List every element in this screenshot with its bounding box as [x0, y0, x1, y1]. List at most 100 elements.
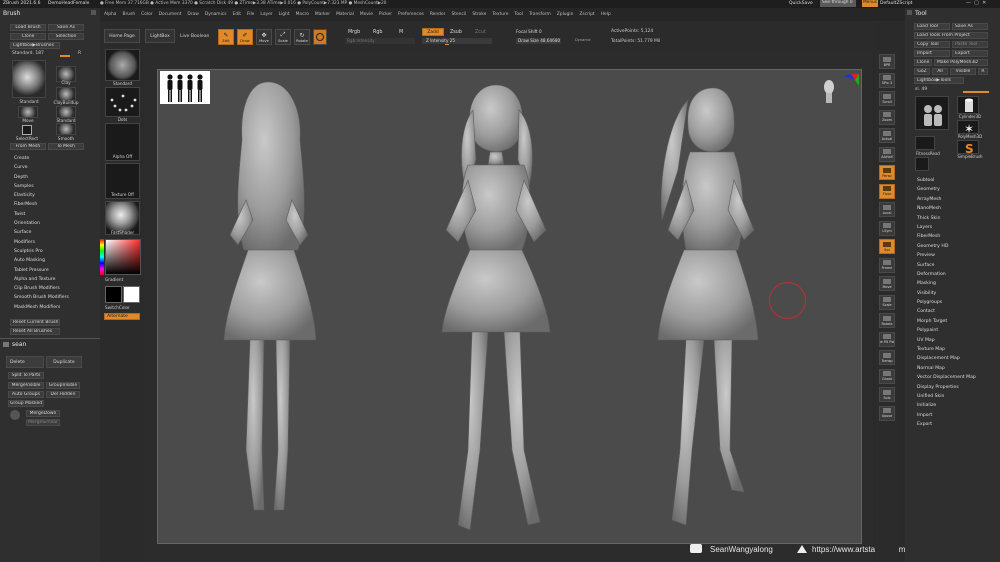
menu-file[interactable]: File	[247, 12, 254, 17]
tool-subpalette-fibermesh[interactable]: FiberMesh	[917, 234, 997, 243]
selection-button[interactable]: Selection	[48, 33, 84, 40]
brush-subpalette-fibermesh[interactable]: FiberMesh	[14, 202, 94, 211]
menu-zscript[interactable]: Zscript	[579, 12, 594, 17]
brush-subpalette-alpha-and-texture[interactable]: Alpha and Texture	[14, 277, 94, 286]
tool-subpalette-visibility[interactable]: Visibility	[917, 291, 997, 300]
menu-help[interactable]: Help	[601, 12, 611, 17]
brush-subpalette-surface[interactable]: Surface	[14, 230, 94, 239]
right-shelf-actual-button[interactable]: Actual	[879, 128, 895, 143]
draw-size-slider[interactable]: Draw Size 48.64680	[516, 38, 561, 44]
split-to-parts-button[interactable]: Split To Parts	[8, 372, 44, 379]
clone-brush-button[interactable]: Clone	[10, 33, 46, 40]
focal-shift-slider[interactable]: Focal Shift 0	[516, 29, 586, 35]
group-masked-button[interactable]: Group Masked	[8, 400, 44, 407]
gizmo-icon[interactable]	[313, 29, 327, 45]
move-button[interactable]: ✥ Move	[256, 29, 272, 45]
right-shelf-transp-button[interactable]: Transp	[879, 350, 895, 365]
right-shelf-xyz-button[interactable]: Xyz	[879, 239, 895, 254]
from-mesh-button[interactable]: From Mesh	[10, 143, 46, 150]
menu-zplugin[interactable]: Zplugin	[557, 12, 574, 17]
menu-stroke[interactable]: Stroke	[472, 12, 486, 17]
brush-subpalette-samples[interactable]: Samples	[14, 184, 94, 193]
right-shelf-rotate-button[interactable]: Rotate	[879, 313, 895, 328]
brush-subpalette-orientation[interactable]: Orientation	[14, 221, 94, 230]
reset-current-brush-button[interactable]: Reset Current Brush	[10, 319, 60, 326]
merge-down-button[interactable]: MergeDown	[26, 410, 60, 417]
menu-texture[interactable]: Texture	[492, 12, 508, 17]
tool-subpalette-subtool[interactable]: Subtool	[917, 178, 997, 187]
standard-brush-small-thumb[interactable]	[56, 106, 76, 118]
zsub-button[interactable]: Zsub	[450, 30, 462, 35]
tool-subpalette-import[interactable]: Import	[917, 413, 997, 422]
tool-subpalette-geometry[interactable]: Geometry	[917, 187, 997, 196]
right-shelf-local-button[interactable]: Local	[879, 202, 895, 217]
menu-edit[interactable]: Edit	[233, 12, 242, 17]
right-shelf-lsym-button[interactable]: LSym	[879, 220, 895, 236]
brush-r-toggle[interactable]: R	[78, 51, 81, 56]
tool-subpalette-displacement-map[interactable]: Displacement Map	[917, 356, 997, 365]
palette-pin-icon[interactable]	[907, 10, 912, 15]
lightbox-brushes-button[interactable]: Lightbox▶Brushes	[10, 42, 60, 49]
see-through-slider[interactable]: See-through 0	[820, 0, 856, 7]
duplicate-button[interactable]: Duplicate	[46, 356, 82, 368]
tool-subpalette-unified-skin[interactable]: Unified Skin	[917, 394, 997, 403]
right-shelf-bpr-button[interactable]: BPR	[879, 54, 895, 69]
load-tools-from-project-button[interactable]: Load Tools From Project	[914, 32, 988, 39]
auto-groups-button[interactable]: Auto Groups	[8, 391, 44, 398]
color-picker[interactable]	[105, 239, 141, 275]
zadd-button[interactable]: Zadd	[422, 28, 444, 36]
brush-subpalette-smooth-brush-modifiers[interactable]: Smooth Brush Modifiers	[14, 295, 94, 304]
standard-brush-thumb[interactable]	[12, 60, 46, 98]
to-mesh-button[interactable]: To Mesh	[48, 143, 84, 150]
menu-tool[interactable]: Tool	[514, 12, 523, 17]
navigation-head-gizmo[interactable]	[822, 77, 836, 105]
brush-subpalette-twist[interactable]: Twist	[14, 212, 94, 221]
brush-subpalette-maskmesh-modifiers[interactable]: MaskMesh Modifiers	[14, 305, 94, 314]
menu-light[interactable]: Light	[279, 12, 290, 17]
import-button[interactable]: Import	[914, 50, 950, 57]
menu-stencil[interactable]: Stencil	[451, 12, 466, 17]
tool-subpalette-deformation[interactable]: Deformation	[917, 272, 997, 281]
reset-all-brushes-button[interactable]: Reset All Brushes	[10, 328, 60, 335]
main-color-swatch[interactable]	[105, 286, 122, 303]
load-tool-button[interactable]: Load Tool	[914, 23, 950, 30]
del-hidden-button[interactable]: Del Hidden	[46, 391, 80, 398]
right-shelf-solo-button[interactable]: Solo	[879, 387, 895, 402]
goz-r-button[interactable]: R	[978, 68, 988, 75]
home-page-button[interactable]: Home Page	[104, 29, 140, 43]
tool-subpalette-surface[interactable]: Surface	[917, 263, 997, 272]
mrgb-button[interactable]: Mrgb	[348, 30, 360, 35]
menu-brush[interactable]: Brush	[122, 12, 135, 17]
edit-button[interactable]: ✎ Edit	[218, 29, 234, 45]
lightbox-button[interactable]: LightBox	[145, 29, 175, 43]
tool-subpalette-normal-map[interactable]: Normal Map	[917, 366, 997, 375]
rgb-button[interactable]: Rgb	[373, 30, 382, 35]
menu-dynamics[interactable]: Dynamics	[205, 12, 227, 17]
tool-subpalette-export[interactable]: Export	[917, 422, 997, 431]
right-shelf-persp-button[interactable]: Persp	[879, 165, 895, 180]
selectrect-brush-thumb[interactable]	[22, 125, 32, 135]
switch-color-button[interactable]: SwitchColor	[105, 305, 140, 310]
tool-subpalette-layers[interactable]: Layers	[917, 225, 997, 234]
z-intensity-slider[interactable]: Z Intensity 25	[422, 38, 492, 44]
tool-subpalette-preview[interactable]: Preview	[917, 253, 997, 262]
lightbox-tools-button[interactable]: Lightbox▶Tools	[914, 77, 964, 84]
tool-subpalette-nanomesh[interactable]: NanoMesh	[917, 206, 997, 215]
menu-document[interactable]: Document	[159, 12, 182, 17]
subtool-icon[interactable]	[10, 410, 20, 420]
menu-transform[interactable]: Transform	[529, 12, 551, 17]
menu-material[interactable]: Material	[336, 12, 354, 17]
menu-marker[interactable]: Marker	[315, 12, 330, 17]
rotate-button[interactable]: ↻ Rotate	[294, 29, 310, 45]
tool-subpalette-geometry-hd[interactable]: Geometry HD	[917, 244, 997, 253]
merge-visible-button[interactable]: MergeVisible	[8, 382, 44, 389]
brush-subpalette-depth[interactable]: Depth	[14, 175, 94, 184]
palette-pin-icon[interactable]	[91, 10, 96, 15]
menu-macro[interactable]: Macro	[296, 12, 309, 17]
smooth-brush-thumb[interactable]	[56, 123, 76, 135]
right-shelf-frame-button[interactable]: Frame	[879, 257, 895, 273]
alternate-button[interactable]: Alternate	[104, 313, 140, 320]
menu-picker[interactable]: Picker	[379, 12, 392, 17]
save-as-brush-button[interactable]: Save As	[48, 24, 84, 31]
menu-preferences[interactable]: Preferences	[398, 12, 424, 17]
